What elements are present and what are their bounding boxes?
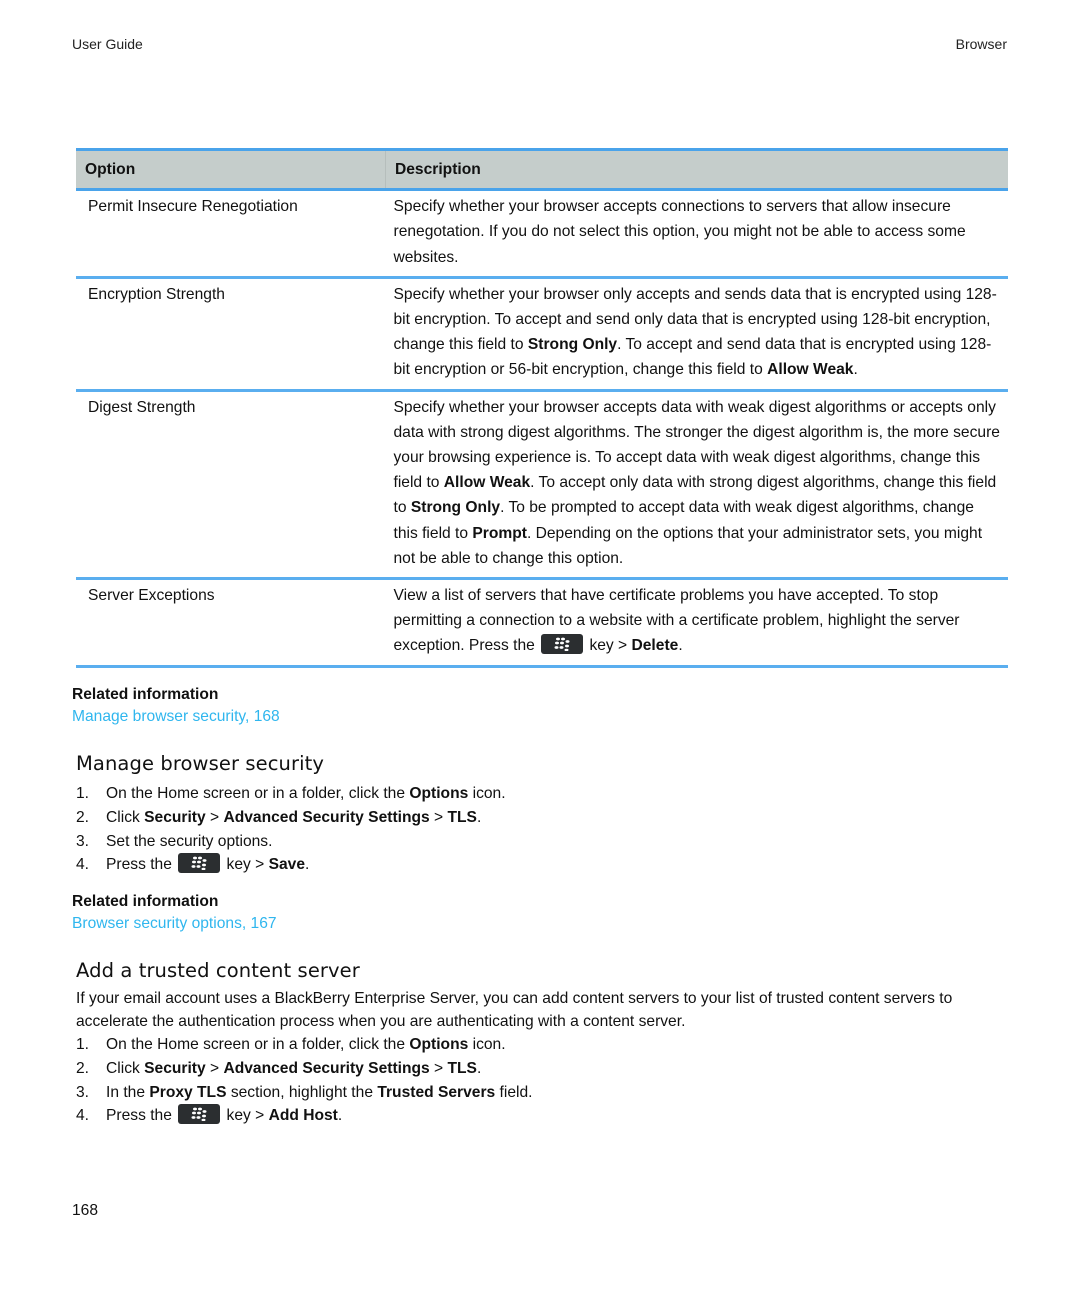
ui-term: TLS [447, 808, 477, 826]
ui-term: Prompt [472, 524, 527, 542]
ui-term: Options [409, 1036, 469, 1053]
ui-term: Advanced Security Settings [223, 808, 430, 826]
step-item: 1. On the Home screen or in a folder, cli… [76, 1033, 533, 1057]
table-row: Permit Insecure Renegotiation Specify whe… [76, 189, 1008, 279]
option-name: Server Exceptions [76, 578, 386, 668]
ui-term: Delete [631, 637, 679, 655]
text-run: In the [106, 1083, 150, 1101]
ui-term: Options [409, 785, 469, 802]
steps-add-trusted-content-server: 1. On the Home screen or in a folder, cli… [76, 1033, 533, 1128]
text-run: . [476, 808, 482, 826]
text-run: key > [585, 637, 632, 655]
ui-term: Advanced Security Settings [223, 1059, 430, 1077]
step-number: 1. [76, 785, 90, 802]
text-run: icon. [468, 1036, 506, 1053]
text-run: Click [106, 808, 145, 826]
text-run: Click [106, 1059, 145, 1077]
link-manage-browser-security[interactable]: Manage browser security, 168 [72, 706, 280, 728]
step-item: 4. Press the key > Save. [76, 853, 506, 877]
ui-term: Allow Weak [767, 361, 854, 379]
text-run: . [678, 637, 683, 655]
step-number: 3. [76, 1083, 90, 1101]
step-item: 3. Set the security options. [76, 830, 506, 854]
option-name: Digest Strength [76, 390, 386, 581]
blackberry-menu-key-icon [541, 634, 584, 655]
text-run: section, highlight the [226, 1083, 378, 1101]
option-description: Specify whether your browser accepts con… [385, 189, 1008, 279]
blackberry-menu-key-icon [178, 853, 221, 874]
heading-manage-browser-security: Manage browser security [76, 752, 325, 775]
text-run: > [205, 808, 224, 826]
step-item: 2. Click Security > Advanced Security Set… [76, 806, 506, 830]
table-row: Encryption Strength Specify whether your … [76, 277, 1008, 392]
intro-paragraph: If your email account uses a BlackBerry … [76, 990, 953, 1030]
ui-term: Security [144, 808, 206, 826]
text-run: Press the [106, 856, 177, 874]
text-run: . [337, 1107, 343, 1125]
text-run: Press the [106, 1107, 177, 1125]
option-description: Specify whether your browser only accept… [385, 277, 1008, 392]
ui-term: Strong Only [527, 336, 618, 354]
text-run: Specify whether your browser accepts con… [393, 198, 966, 266]
page-number: 168 [72, 1202, 99, 1219]
ui-term: Add Host [268, 1107, 338, 1125]
ui-term: TLS [447, 1059, 477, 1077]
running-head-left: User Guide [72, 36, 143, 52]
text-run: . [305, 856, 310, 874]
text-run: key > [222, 1107, 269, 1125]
column-header-description: Description [385, 147, 1008, 192]
step-number: 4. [76, 856, 90, 874]
text-run: > [429, 1059, 448, 1077]
option-name: Permit Insecure Renegotiation [76, 189, 386, 279]
ui-term: Trusted Servers [377, 1083, 496, 1101]
blackberry-menu-key-icon [178, 1104, 221, 1125]
option-description: View a list of servers that have certifi… [385, 578, 1008, 668]
option-description: Specify whether your browser accepts dat… [385, 390, 1008, 581]
table-row: Server Exceptions View a list of servers … [76, 578, 1008, 668]
ui-term: Proxy TLS [149, 1083, 227, 1101]
option-name: Encryption Strength [76, 277, 386, 392]
related-information-title: Related information [72, 686, 219, 703]
text-run: On the Home screen or in a folder, click… [106, 1036, 410, 1053]
browser-security-options-table: Option Description Permit Insecure Reneg… [76, 147, 1008, 668]
step-number: 4. [76, 1107, 90, 1125]
table-row: Digest Strength Specify whether your brow… [76, 390, 1008, 581]
link-browser-security-options[interactable]: Browser security options, 167 [72, 913, 277, 935]
step-item: 3. In the Proxy TLS section, highlight th… [76, 1081, 533, 1105]
step-item: 1. On the Home screen or in a folder, cli… [76, 782, 506, 806]
text-run: field. [495, 1083, 533, 1101]
related-information-title: Related information [72, 893, 219, 910]
running-head-right: Browser [955, 36, 1007, 52]
ui-term: Save [268, 856, 305, 874]
related-information-2: Related information Browser security opt… [72, 891, 277, 935]
ui-term: Security [144, 1059, 206, 1077]
step-item: 2. Click Security > Advanced Security Set… [76, 1057, 533, 1081]
text-run: . [853, 361, 858, 379]
heading-add-trusted-content-server: Add a trusted content server [76, 959, 360, 982]
related-information-1: Related information Manage browser secur… [72, 684, 280, 728]
step-number: 3. [76, 832, 90, 850]
text-run: . [476, 1059, 482, 1077]
step-item: 4. Press the key > Add Host. [76, 1104, 533, 1128]
text-run: key > [222, 856, 269, 874]
ui-term: Allow Weak [443, 474, 531, 492]
text-run: > [205, 1059, 224, 1077]
text-run: icon. [468, 785, 506, 802]
step-number: 2. [76, 808, 90, 826]
ui-term: Strong Only [410, 499, 501, 517]
column-header-option: Option [76, 147, 386, 192]
text-run: Set the security options. [106, 832, 273, 850]
steps-manage-browser-security: 1. On the Home screen or in a folder, cli… [76, 782, 506, 877]
text-run: On the Home screen or in a folder, click… [106, 785, 410, 802]
text-run: > [429, 808, 448, 826]
step-number: 2. [76, 1059, 90, 1077]
table-header-row: Option Description [76, 147, 1008, 192]
step-number: 1. [76, 1036, 90, 1053]
